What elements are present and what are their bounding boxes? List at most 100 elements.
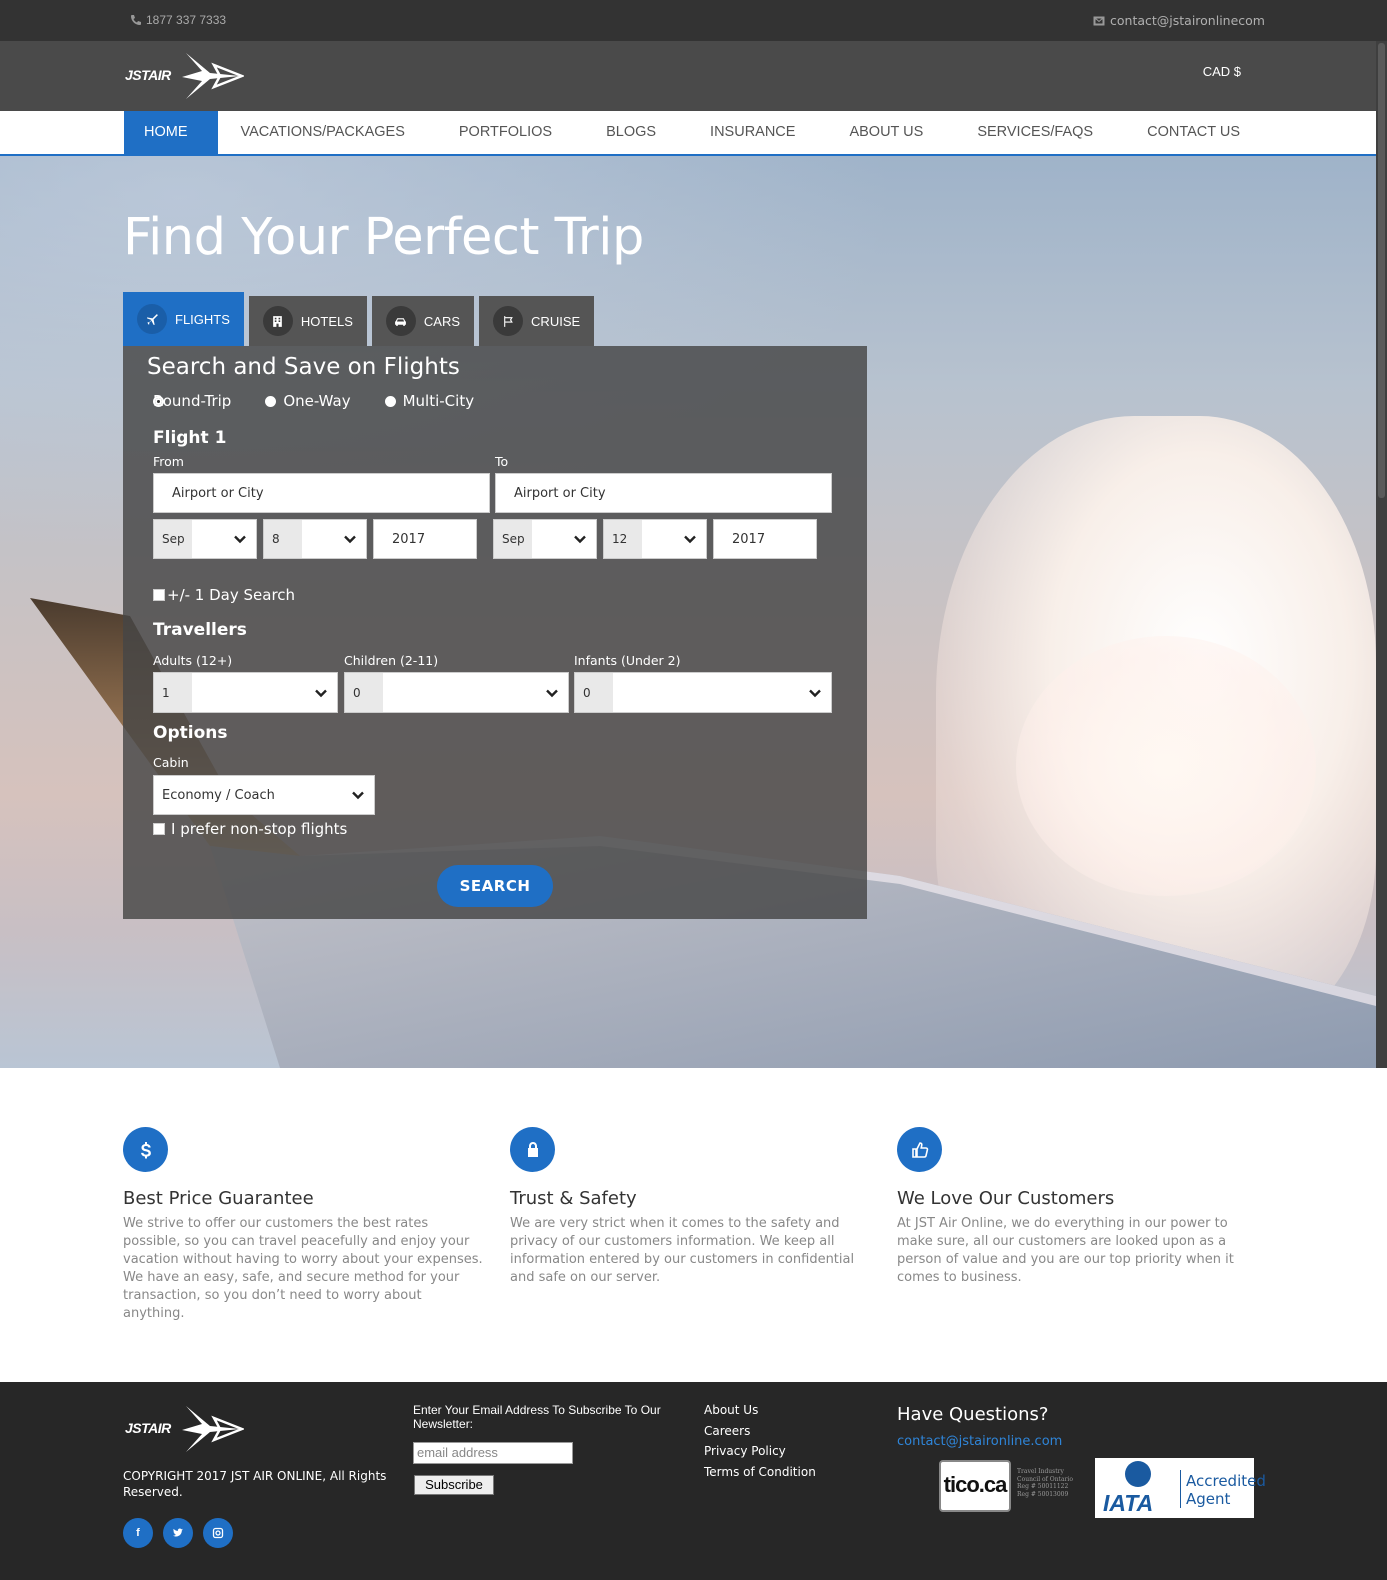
- currency-selector[interactable]: CAD $: [1203, 64, 1241, 79]
- nav-item-contact[interactable]: CONTACT US: [1127, 111, 1260, 154]
- tab-label: HOTELS: [300, 313, 353, 329]
- cabin-label: Cabin: [153, 755, 189, 770]
- chevron-down-icon: [344, 535, 356, 544]
- building-icon: [262, 306, 293, 336]
- accredited-text: Accredited: [1186, 1472, 1266, 1490]
- logo-text: JSTAIR: [125, 67, 171, 83]
- hero-section: Find Your Perfect Trip FLIGHTS HOTELS CA…: [0, 156, 1376, 1068]
- main-nav: HOME VACATIONS/PACKAGES PORTFOLIOS BLOGS…: [0, 111, 1387, 156]
- footer-link-about[interactable]: About Us: [704, 1403, 816, 1424]
- radio-multi-city[interactable]: Multi-City: [384, 392, 475, 410]
- feature-love-customers: We Love Our Customers At JST Air Online,…: [897, 1127, 1257, 1287]
- tab-cars[interactable]: CARS: [371, 296, 475, 346]
- feature-trust-safety: Trust & Safety We are very strict when i…: [510, 1127, 870, 1287]
- search-title: Search and Save on Flights: [147, 354, 460, 380]
- footer-links: About Us Careers Privacy Policy Terms of…: [704, 1403, 816, 1485]
- nonstop-checkbox[interactable]: I prefer non-stop flights: [153, 820, 347, 838]
- search-tabs: FLIGHTS HOTELS CARS CRUISE: [123, 292, 599, 346]
- feature-text: At JST Air Online, we do everything in o…: [897, 1216, 1234, 1285]
- phone-contact[interactable]: 1877 337 7333: [130, 13, 226, 27]
- from-input[interactable]: Airport or City: [153, 473, 490, 513]
- copyright-text: COPYRIGHT 2017 JST AIR ONLINE, All Right…: [123, 1469, 387, 1499]
- travellers-heading: Travellers: [153, 620, 247, 640]
- select-value: Sep: [494, 520, 532, 558]
- radio-one-way[interactable]: One-Way: [265, 392, 351, 410]
- tico-badge[interactable]: tico.ca Travel Industry Council of Ontar…: [939, 1460, 1079, 1514]
- newsletter-email-input[interactable]: email address: [413, 1442, 573, 1464]
- depart-year-input[interactable]: 2017: [373, 519, 477, 559]
- scrollbar-thumb[interactable]: [1378, 43, 1385, 498]
- car-icon: [385, 306, 416, 336]
- from-label: From: [153, 454, 184, 469]
- plane-icon: [137, 304, 167, 334]
- hero-title: Find Your Perfect Trip: [123, 208, 644, 267]
- footer-link-terms[interactable]: Terms of Condition: [704, 1465, 816, 1486]
- adults-label: Adults (12+): [153, 653, 233, 668]
- to-input[interactable]: Airport or City: [495, 473, 832, 513]
- search-button[interactable]: SEARCH: [437, 865, 553, 907]
- radio-label: Round-Trip: [153, 392, 232, 410]
- radio-round-trip[interactable]: Round-Trip: [153, 392, 231, 410]
- page-scrollbar[interactable]: [1376, 41, 1387, 1068]
- feature-title: Trust & Safety: [510, 1188, 637, 1209]
- nav-item-services[interactable]: SERVICES/FAQS: [957, 111, 1113, 154]
- logo-plane-icon: [182, 1406, 244, 1452]
- nav-item-insurance[interactable]: INSURANCE: [690, 111, 815, 154]
- thumbs-up-icon: [897, 1127, 942, 1172]
- chevron-down-icon: [352, 791, 364, 800]
- nav-item-about[interactable]: ABOUT US: [829, 111, 943, 154]
- children-label: Children (2-11): [344, 653, 439, 668]
- subscribe-button[interactable]: Subscribe: [414, 1475, 494, 1495]
- footer-logo[interactable]: JSTAIR: [125, 1404, 250, 1454]
- iata-badge[interactable]: IATA Accredited Agent: [1095, 1458, 1266, 1518]
- radio-label: Multi-City: [402, 392, 475, 410]
- phone-icon: [131, 15, 141, 25]
- tab-label: CARS: [423, 313, 461, 329]
- feature-title: We Love Our Customers: [897, 1188, 1115, 1209]
- checkbox-label: +/- 1 Day Search: [167, 586, 296, 604]
- select-value: 0: [345, 673, 383, 712]
- iata-accredited-agent: Accredited Agent: [1186, 1472, 1266, 1508]
- to-label: To: [495, 454, 509, 469]
- radio-label: One-Way: [283, 392, 351, 410]
- nav-item-blogs[interactable]: BLOGS: [586, 111, 676, 154]
- checkbox-box[interactable]: [153, 589, 165, 601]
- checkbox-box[interactable]: [153, 823, 165, 835]
- adults-select[interactable]: 1: [153, 672, 338, 713]
- social-links: f: [123, 1518, 233, 1548]
- children-select[interactable]: 0: [344, 672, 569, 713]
- footer-link-privacy[interactable]: Privacy Policy: [704, 1444, 816, 1465]
- tab-flights[interactable]: FLIGHTS: [123, 292, 244, 346]
- tab-hotels[interactable]: HOTELS: [248, 296, 367, 346]
- feature-text: We strive to offer our customers the bes…: [123, 1216, 483, 1321]
- footer-link-careers[interactable]: Careers: [704, 1424, 816, 1445]
- dollar-icon: [123, 1127, 168, 1172]
- depart-month-select[interactable]: Sep: [153, 519, 257, 559]
- radio-dot: [265, 395, 277, 407]
- email-contact[interactable]: contact@jstaironlinecom: [1093, 13, 1265, 28]
- cabin-select[interactable]: Economy / Coach: [153, 775, 375, 815]
- nav-item-home[interactable]: HOME: [124, 111, 218, 154]
- twitter-icon[interactable]: [163, 1518, 193, 1548]
- return-year-input[interactable]: 2017: [713, 519, 817, 559]
- contact-email-link[interactable]: contact@jstaironline.com: [897, 1434, 1062, 1449]
- depart-day-select[interactable]: 8: [263, 519, 367, 559]
- instagram-icon[interactable]: [203, 1518, 233, 1548]
- feature-title: Best Price Guarantee: [123, 1188, 314, 1209]
- nav-item-portfolios[interactable]: PORTFOLIOS: [439, 111, 572, 154]
- return-month-select[interactable]: Sep: [493, 519, 597, 559]
- return-day-select[interactable]: 12: [603, 519, 707, 559]
- globe-icon: [1125, 1461, 1151, 1487]
- logo-plane-icon: [182, 53, 244, 99]
- logo-text: JSTAIR: [125, 1420, 171, 1436]
- nav-item-vacations[interactable]: VACATIONS/PACKAGES: [221, 111, 425, 154]
- facebook-icon[interactable]: f: [123, 1518, 153, 1548]
- checkbox-label: I prefer non-stop flights: [171, 820, 348, 838]
- infants-select[interactable]: 0: [574, 672, 832, 713]
- flex-day-checkbox[interactable]: +/- 1 Day Search: [153, 586, 295, 604]
- chevron-down-icon: [315, 689, 327, 697]
- phone-number: 1877 337 7333: [146, 13, 227, 27]
- tab-cruise[interactable]: CRUISE: [479, 296, 595, 346]
- site-logo[interactable]: JSTAIR: [125, 51, 250, 101]
- infants-label: Infants (Under 2): [574, 653, 681, 668]
